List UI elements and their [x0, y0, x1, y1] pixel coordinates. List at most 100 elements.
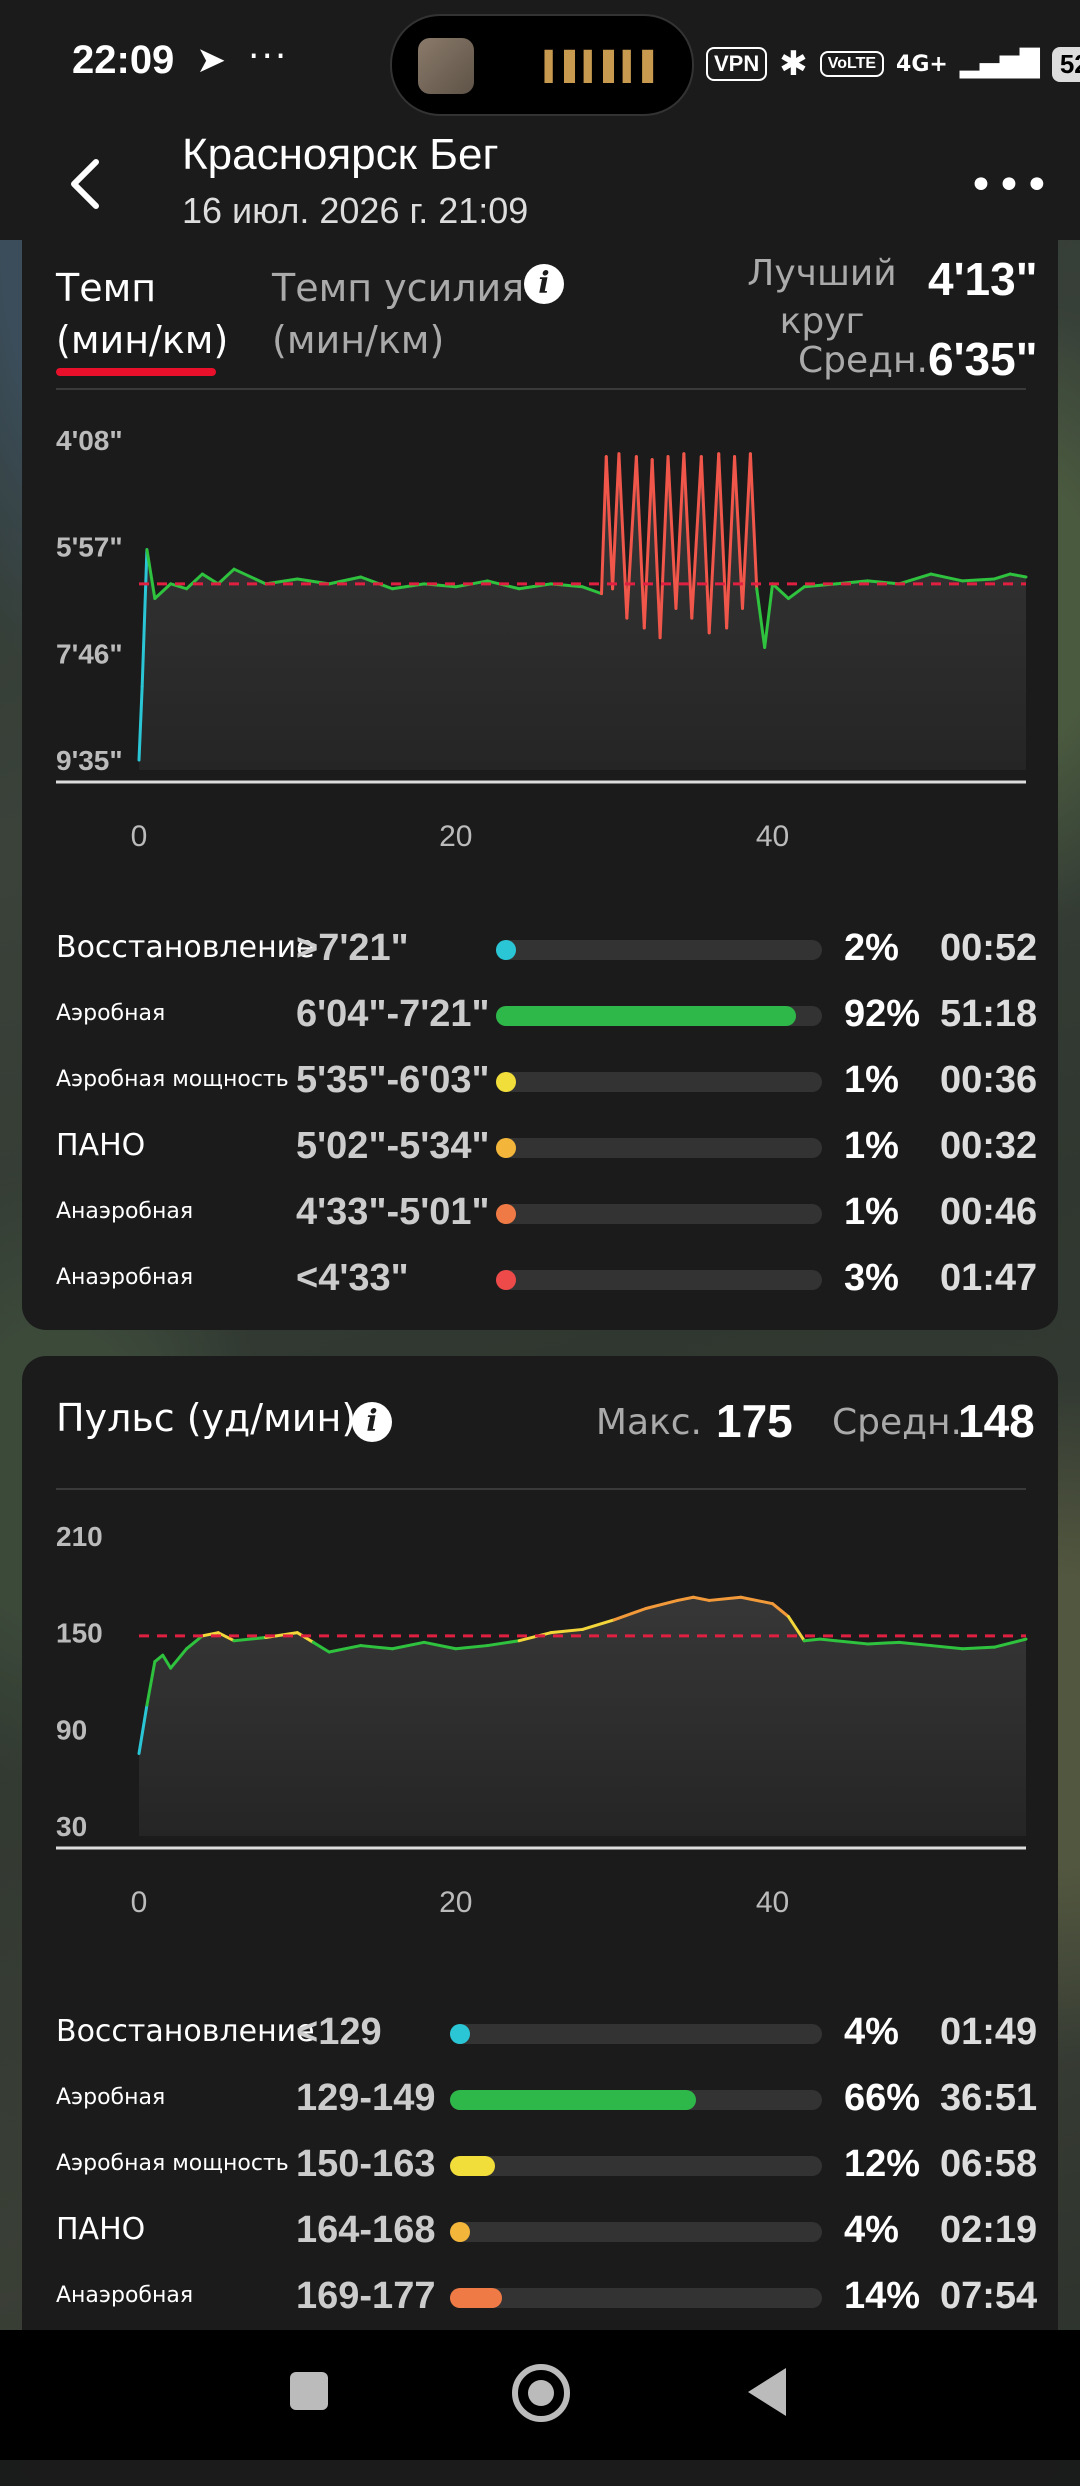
zone-bar-track	[450, 2090, 822, 2110]
pace-zone-row: ПАНО 5'02"-5'34" 1% 00:32	[22, 1116, 1058, 1176]
series-line-segment	[818, 1637, 838, 1643]
pace-zone-row: Аэробная 6'04"-7'21" 92% 51:18	[22, 984, 1058, 1044]
zone-name: Восстановление	[56, 2014, 315, 2049]
zone-time: 01:47	[940, 1257, 1038, 1299]
x-tick-label: 40	[756, 820, 789, 853]
zone-bar-track	[496, 940, 822, 960]
zone-bar-fill	[496, 1072, 516, 1092]
back-button[interactable]	[748, 2368, 786, 2416]
zone-bar-track	[496, 1006, 822, 1026]
zone-bar-fill	[496, 1270, 516, 1290]
zone-name: Аэробная мощность	[56, 2151, 289, 2176]
zone-percent: 92%	[844, 993, 921, 1035]
series-line-segment	[961, 1645, 996, 1651]
recents-button[interactable]	[290, 2372, 328, 2410]
y-tick-label: 5'57"	[56, 532, 123, 563]
pace-zone-row: Восстановление >7'21" 2% 00:52	[22, 918, 1058, 978]
best-lap-label: Лучший круг	[722, 250, 922, 346]
zone-bar-fill	[450, 2222, 470, 2242]
heart-rate-card: Пульс (уд/мин) i Макс. 175 Средн. 148 21…	[22, 1356, 1058, 2486]
vpn-badge: VPN	[706, 47, 768, 81]
pace-zone-row: Анаэробная 4'33"-5'01" 1% 00:46	[22, 1182, 1058, 1242]
tab-active-indicator	[56, 368, 216, 376]
zone-percent: 14%	[844, 2275, 921, 2317]
pace-avg-label: Средн.	[797, 340, 928, 381]
zone-range: 150-163	[296, 2143, 436, 2185]
tab-effort-pace[interactable]: Темп усилия (мин/км)	[272, 262, 524, 366]
zone-percent: 1%	[844, 1059, 899, 1101]
y-tick-label: 7'46"	[56, 638, 123, 669]
zone-percent: 4%	[844, 2011, 899, 2053]
series-line-segment	[961, 577, 996, 583]
zone-name: Восстановление	[56, 930, 315, 965]
chart-area	[139, 453, 1026, 770]
app-header: Красноярск Бег 16 июл. 2026 г. 21:09 •••	[0, 130, 1080, 240]
tab-pace-label: Темп	[56, 266, 157, 310]
heart-rate-chart: 210 150 90 30 0 20 40	[56, 1521, 1028, 1916]
hr-avg-value: 148	[958, 1395, 1035, 1447]
dynamic-island[interactable]: ▍▌▍▌▍▌	[390, 14, 694, 116]
zone-range: <129	[296, 2011, 382, 2053]
zone-percent: 12%	[844, 2143, 921, 2185]
divider	[56, 1488, 1026, 1490]
back-arrow-icon[interactable]	[62, 154, 112, 214]
hr-avg-label: Средн.	[831, 1402, 962, 1443]
y-tick-label: 150	[56, 1618, 103, 1649]
zone-bar-fill	[496, 1006, 796, 1026]
best-lap-value: 4'13"	[928, 253, 1038, 305]
zone-range: >7'21"	[296, 927, 409, 969]
best-lap-label-line2: круг	[779, 301, 865, 342]
zone-time: 00:32	[940, 1125, 1038, 1167]
status-icons: VPN ✱ VoLTE 4G+ ▂▄▆█ 52	[706, 44, 1080, 84]
best-lap-label-line1: Лучший	[747, 253, 897, 294]
zone-bar-fill	[450, 2288, 503, 2308]
x-tick-label: 20	[439, 1886, 472, 1916]
zone-time: 00:36	[940, 1059, 1038, 1101]
zone-range: <4'33"	[296, 1257, 409, 1299]
zone-time: 02:19	[940, 2209, 1038, 2251]
tab-pace[interactable]: Темп (мин/км)	[56, 262, 228, 366]
bluetooth-icon: ✱	[779, 44, 808, 84]
zone-percent: 1%	[844, 1191, 899, 1233]
page-title: Красноярск Бег	[182, 130, 499, 179]
hr-max-label: Макс.	[595, 1402, 702, 1443]
zone-time: 07:54	[940, 2275, 1038, 2317]
home-button[interactable]	[512, 2364, 570, 2422]
page-subtitle: 16 июл. 2026 г. 21:09	[182, 190, 529, 231]
series-line-segment	[866, 1640, 901, 1646]
hr-zone-row: Аэробная 129-149 66% 36:51	[22, 2068, 1058, 2128]
zone-range: 5'35"-6'03"	[296, 1059, 490, 1101]
zone-bar-fill	[496, 1138, 516, 1158]
zone-time: 00:52	[940, 927, 1038, 969]
pace-zone-row: Аэробная мощность 5'35"-6'03" 1% 00:36	[22, 1050, 1058, 1110]
more-options-icon[interactable]: •••	[968, 160, 1052, 211]
pace-zone-row: Анаэробная <4'33" 3% 01:47	[22, 1248, 1058, 1308]
zone-range: 164-168	[296, 2209, 436, 2251]
info-icon[interactable]: i	[524, 264, 564, 304]
battery-indicator: 52	[1051, 46, 1080, 82]
pace-avg-value: 6'35"	[928, 333, 1038, 385]
status-time: 22:09	[72, 38, 175, 82]
zone-bar-fill	[496, 940, 516, 960]
zone-range: 6'04"-7'21"	[296, 993, 490, 1035]
zone-name: ПАНО	[56, 1128, 146, 1163]
zone-name: Аэробная мощность	[56, 1067, 289, 1092]
zone-range: 4'33"-5'01"	[296, 1191, 490, 1233]
zone-range: 169-177	[296, 2275, 436, 2317]
zone-bar-track	[496, 1072, 822, 1092]
zone-percent: 4%	[844, 2209, 899, 2251]
network-label: 4G+	[896, 51, 948, 77]
volte-badge: VoLTE	[819, 51, 885, 77]
tab-pace-unit: (мин/км)	[56, 318, 229, 362]
zone-time: 01:49	[940, 2011, 1038, 2053]
chart-area	[139, 1597, 1026, 1836]
tab-effort-label: Темп усилия	[272, 266, 525, 310]
hr-zone-row: Анаэробная 169-177 14% 07:54	[22, 2266, 1058, 2326]
y-tick-label: 30	[56, 1811, 87, 1842]
info-icon[interactable]: i	[352, 1402, 392, 1442]
zone-time: 51:18	[940, 993, 1038, 1035]
zone-bar-track	[450, 2288, 822, 2308]
pace-chart: 4'08" 5'57" 7'46" 9'35" 0 20 40	[56, 425, 1028, 853]
status-more-dots: ···	[248, 36, 289, 77]
telegram-icon: ➤	[196, 40, 227, 81]
